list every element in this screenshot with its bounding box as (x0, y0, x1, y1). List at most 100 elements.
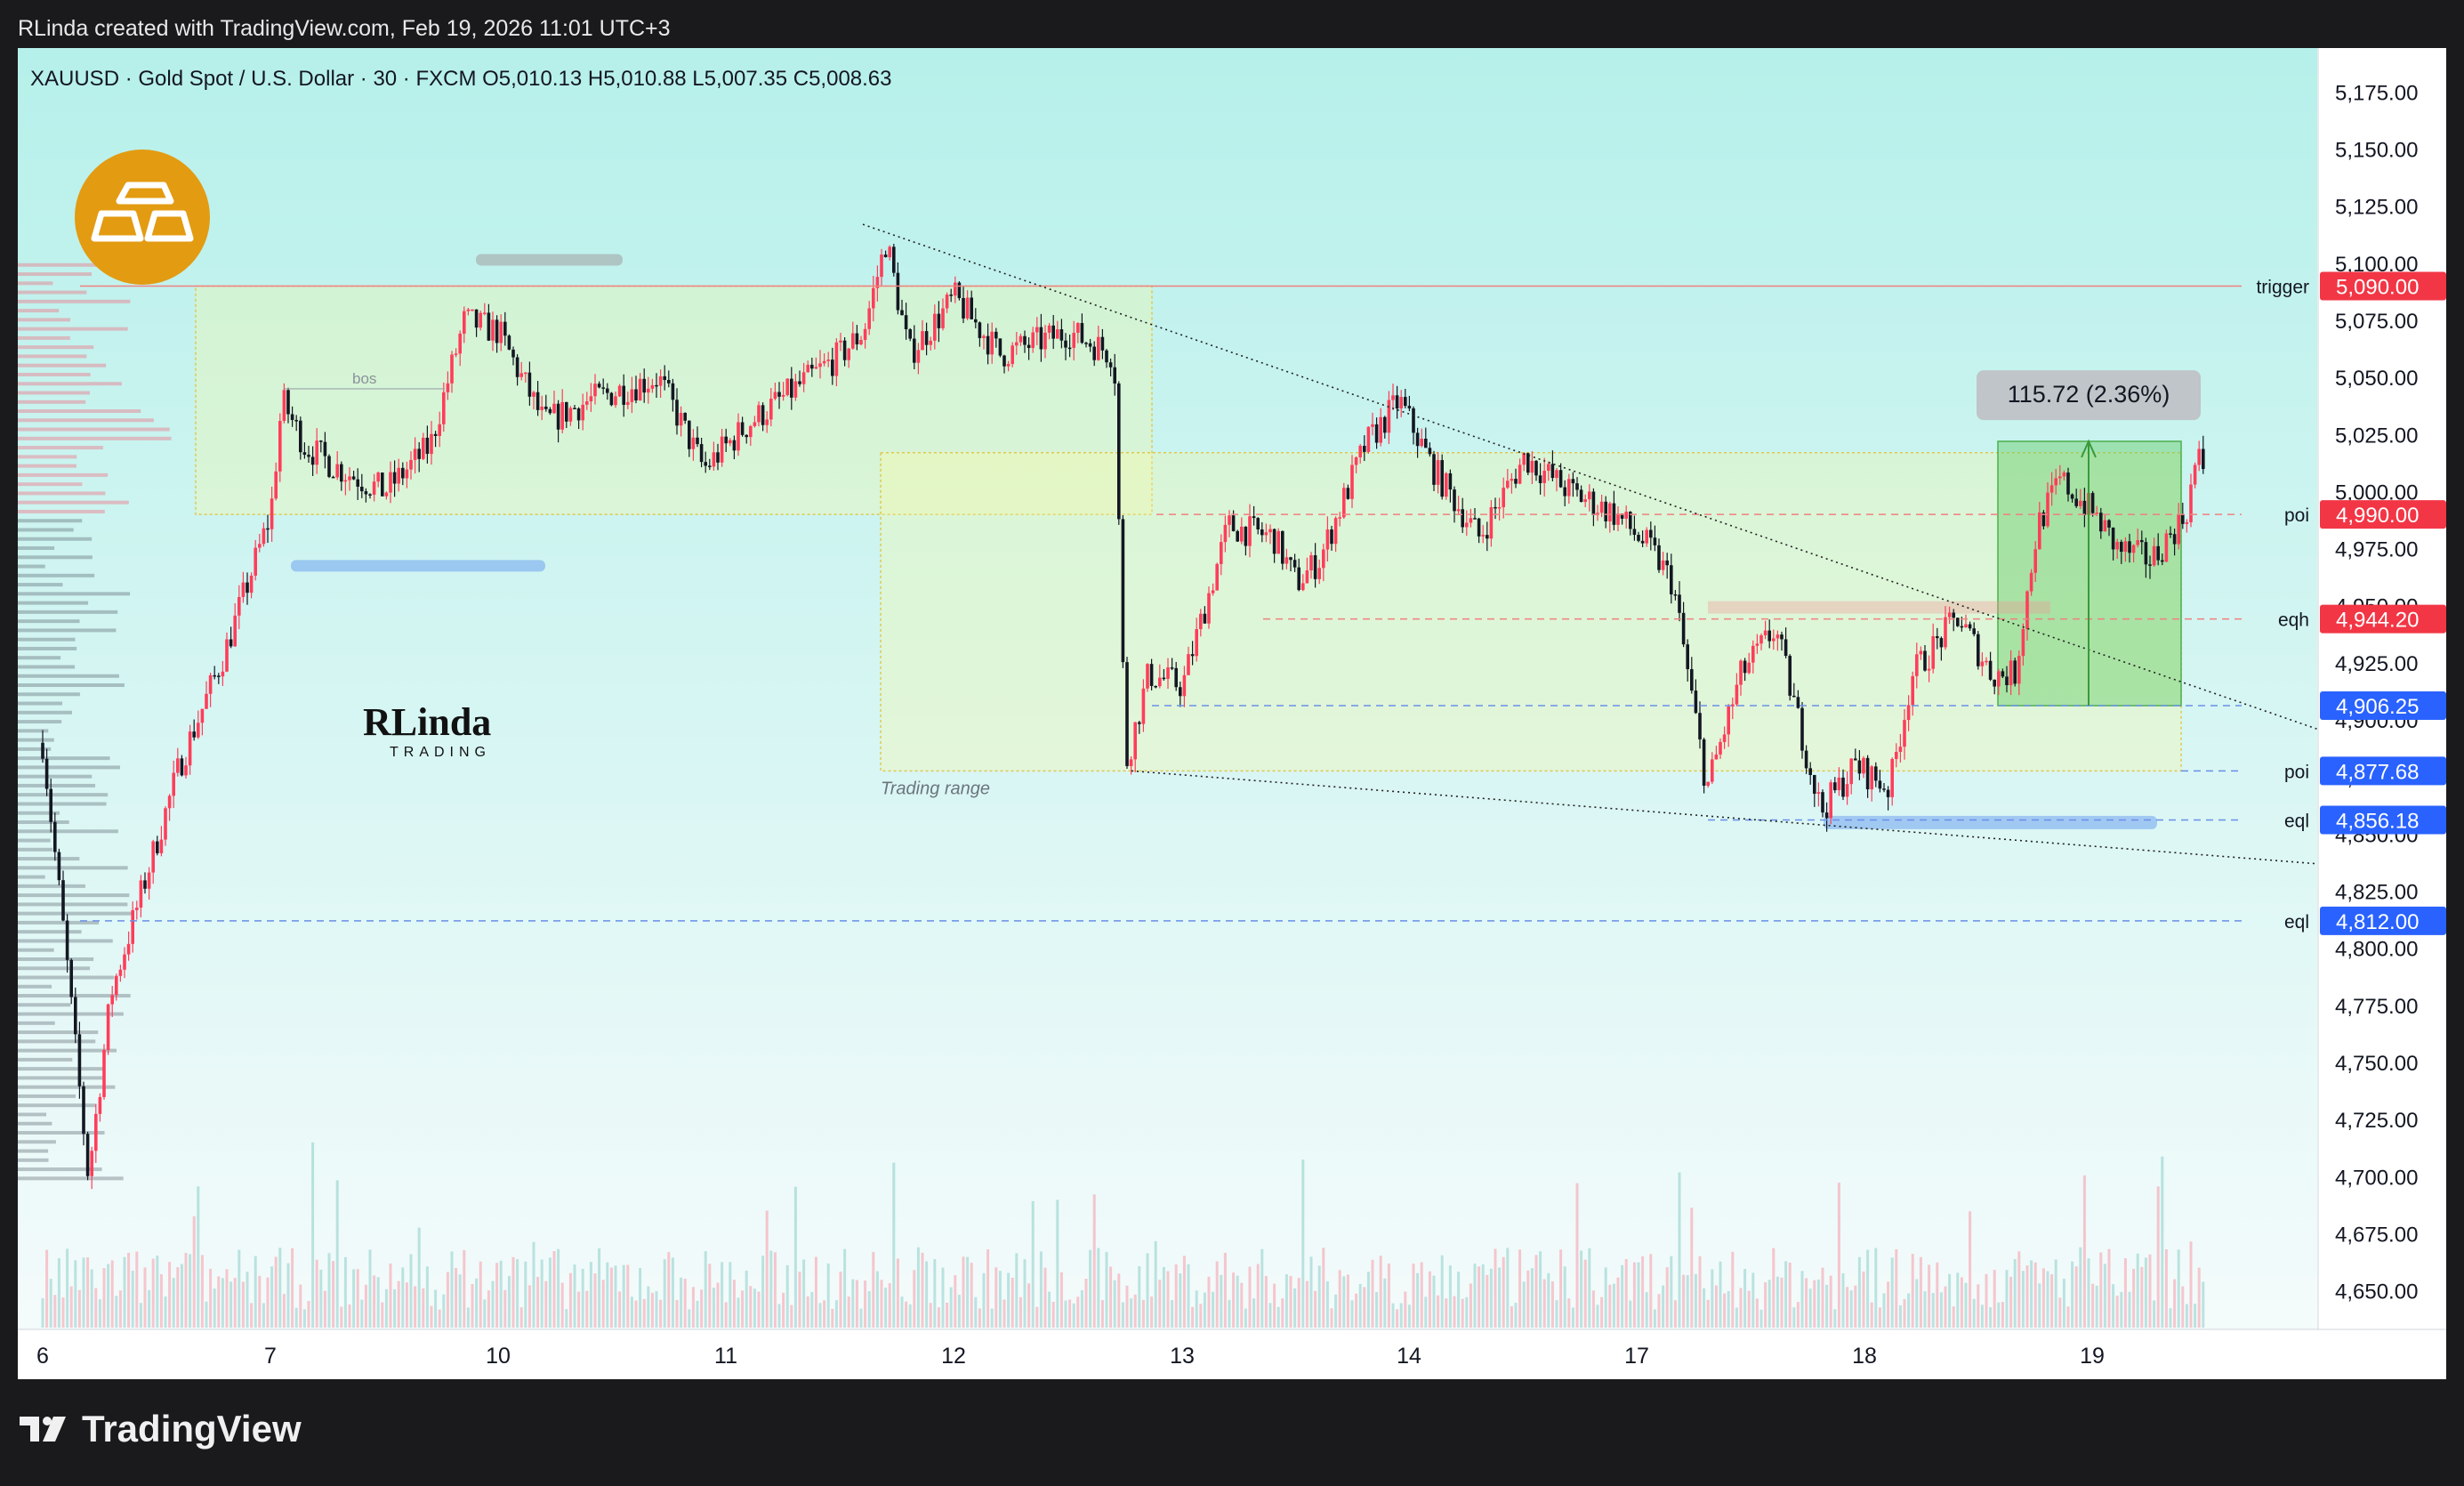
candle (511, 349, 515, 358)
price-tick-label: 4,975.00 (2335, 538, 2418, 562)
volume-bar (524, 1261, 527, 1328)
eql_upper-label: eql (2284, 812, 2309, 832)
candle (683, 412, 687, 421)
volume-bar (908, 1304, 912, 1328)
tradingview-wordmark: TradingView (82, 1408, 302, 1450)
candle (118, 969, 123, 976)
volume-bar (1109, 1266, 1113, 1328)
candle (294, 419, 298, 422)
tradingview-logo[interactable]: TradingView (20, 1408, 302, 1450)
candle (859, 340, 863, 345)
candle (941, 308, 945, 328)
candle (1448, 472, 1453, 490)
candle (544, 406, 548, 409)
profile-bar (18, 628, 117, 633)
candle (1854, 758, 1857, 761)
volume-bar (1199, 1304, 1203, 1328)
volume-bar (937, 1307, 940, 1328)
profile-bar (18, 281, 53, 286)
volume-bar (2115, 1296, 2119, 1328)
volume-bar (527, 1285, 531, 1328)
volume-bar (258, 1275, 262, 1328)
volume-bar (307, 1301, 310, 1328)
candle (1292, 560, 1297, 568)
profile-bar (18, 391, 91, 395)
candle (1059, 329, 1064, 341)
candle (1833, 782, 1837, 791)
candle (2070, 494, 2074, 499)
volume-bar (393, 1288, 397, 1328)
volume-bar (262, 1303, 265, 1328)
candle (2193, 464, 2197, 485)
volume-bar (1396, 1309, 1399, 1328)
profile-bar (18, 372, 91, 376)
volume-bar (2144, 1257, 2147, 1328)
volume-bar (2079, 1247, 2082, 1328)
volume-bar (1678, 1172, 1681, 1328)
candle (2181, 513, 2185, 524)
profile-bar (18, 875, 45, 879)
candle (422, 437, 425, 459)
candle (1223, 524, 1228, 543)
candle (647, 388, 650, 393)
candle (208, 674, 213, 694)
volume-bar (802, 1259, 806, 1328)
candle (560, 401, 564, 430)
volume-bar (618, 1291, 622, 1328)
candle (1558, 470, 1563, 488)
candle (1146, 664, 1149, 689)
volume-bar (1969, 1211, 1972, 1328)
price-tick-label: 5,025.00 (2335, 424, 2418, 448)
volume-bar (503, 1289, 507, 1328)
candle (1534, 460, 1538, 476)
candle (601, 387, 605, 389)
candle (1645, 529, 1648, 544)
candle (1792, 695, 1796, 698)
candle (57, 852, 61, 881)
volume-bar (1334, 1294, 1338, 1328)
candle (888, 246, 891, 258)
volume-bar (880, 1280, 883, 1328)
profile-bar (18, 418, 154, 423)
candle (630, 389, 634, 402)
volume-bar (704, 1251, 707, 1328)
symbol-ohlc-legend[interactable]: XAUUSD · Gold Spot / U.S. Dollar · 30 · … (30, 67, 892, 91)
profile-bar (18, 363, 107, 367)
candle (2197, 448, 2201, 465)
candle (1035, 327, 1039, 333)
price-tag-label: 4,812.00 (2336, 910, 2419, 934)
price-chart[interactable]: trigger poi eqh poi eql eql bos Trading range 11… (0, 0, 2464, 1379)
volume-bar (1309, 1256, 1313, 1328)
volume-bar (332, 1261, 335, 1328)
volume-bar (1550, 1280, 1554, 1328)
candle (2046, 492, 2049, 527)
volume-bar (1171, 1300, 1174, 1328)
profile-bar (18, 528, 74, 532)
candle (998, 338, 1003, 356)
candle (1698, 713, 1702, 739)
candle (1808, 768, 1812, 775)
candle (1550, 464, 1555, 479)
volume-bar (721, 1262, 724, 1328)
profile-bar (18, 1121, 52, 1126)
profile-bar (18, 1021, 55, 1025)
candle (1215, 563, 1219, 591)
volume-bar (1944, 1286, 1947, 1328)
candle (299, 420, 302, 453)
volume-bar (1583, 1259, 1587, 1328)
candle (617, 385, 622, 397)
candle (622, 385, 625, 405)
volume-bar (1428, 1271, 1431, 1328)
candle (2161, 560, 2164, 562)
volume-bar (1130, 1298, 1133, 1328)
candle (1759, 635, 1763, 644)
profile-bar (18, 400, 86, 404)
volume-bar (568, 1272, 572, 1328)
volume-bar (671, 1257, 674, 1328)
candle (2107, 520, 2111, 528)
volume-bar (1555, 1300, 1558, 1328)
profile-bar (18, 1167, 102, 1172)
volume-bar (241, 1281, 245, 1328)
volume-bar (1391, 1303, 1395, 1328)
volume-bar (793, 1186, 797, 1328)
